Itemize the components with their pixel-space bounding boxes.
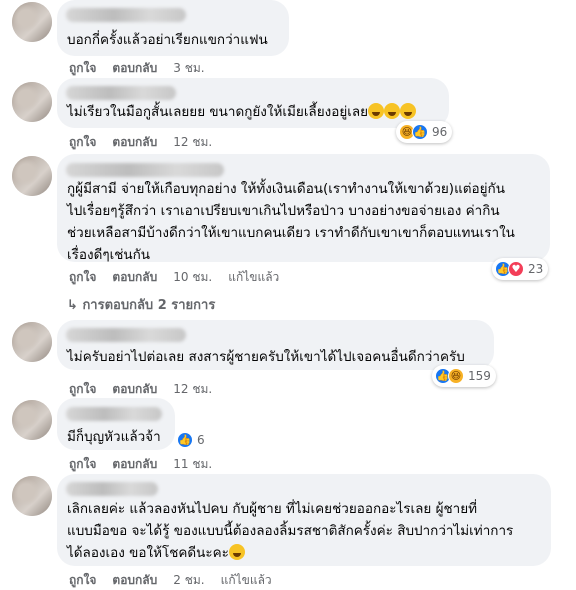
commenter-name-blurred[interactable] bbox=[66, 328, 186, 342]
comment-actions: ถูกใจ ตอบกลับ 2 ชม. แก้ไขแล้ว bbox=[69, 571, 288, 590]
avatar[interactable] bbox=[12, 400, 52, 440]
avatar[interactable] bbox=[12, 322, 52, 362]
comment-actions: ถูกใจ ตอบกลับ 10 ชม. แก้ไขแล้ว bbox=[69, 268, 295, 287]
commenter-name-blurred[interactable] bbox=[66, 407, 162, 421]
avatar[interactable] bbox=[12, 2, 52, 42]
comment-text: เลิกเลยค่ะ แล้วลองหันไปคบ กับผู้ชาย ที่ไ… bbox=[67, 501, 514, 561]
commenter-name-blurred[interactable] bbox=[66, 482, 158, 496]
reply-button[interactable]: ตอบกลับ bbox=[112, 61, 157, 75]
like-reaction-icon: 👍 bbox=[412, 124, 428, 140]
reaction-summary[interactable]: 👍 😆 159 bbox=[432, 365, 496, 387]
timestamp[interactable]: 3 ชม. bbox=[173, 61, 204, 75]
reaction-summary[interactable]: 👍 6 bbox=[174, 429, 210, 451]
laughing-emoji-icon bbox=[400, 103, 417, 119]
reply-button[interactable]: ตอบกลับ bbox=[112, 573, 157, 587]
reaction-summary[interactable]: 👍 ♥ 23 bbox=[492, 258, 549, 280]
like-button[interactable]: ถูกใจ bbox=[69, 382, 96, 396]
love-reaction-icon: ♥ bbox=[508, 261, 524, 277]
like-button[interactable]: ถูกใจ bbox=[69, 457, 96, 471]
reply-button[interactable]: ตอบกลับ bbox=[112, 270, 157, 284]
laughing-emoji-icon bbox=[384, 103, 401, 119]
comment-actions: ถูกใจ ตอบกลับ 11 ชม. bbox=[69, 455, 228, 474]
reply-button[interactable]: ตอบกลับ bbox=[112, 457, 157, 471]
view-replies-link[interactable]: ↳ การตอบกลับ 2 รายการ bbox=[67, 294, 215, 315]
comment-text: กูผู้มีสามี จ่ายให้เกือบทุกอย่าง ให้ทั้ง… bbox=[67, 181, 515, 263]
avatar[interactable] bbox=[12, 82, 52, 122]
commenter-name-blurred[interactable] bbox=[66, 8, 186, 22]
like-button[interactable]: ถูกใจ bbox=[69, 61, 96, 75]
smiling-emoji-icon bbox=[228, 544, 245, 560]
comment-text: ไม่ครับอย่าไปต่อเลย สงสารผู้ชายครับให้เข… bbox=[67, 349, 465, 365]
reaction-summary[interactable]: 😆 👍 96 bbox=[396, 121, 453, 143]
comment-actions: ถูกใจ ตอบกลับ 12 ชม. bbox=[69, 133, 228, 152]
like-reaction-icon: 👍 bbox=[177, 432, 193, 448]
haha-reaction-icon: 😆 bbox=[448, 368, 464, 384]
comment-actions: ถูกใจ ตอบกลับ 12 ชม. bbox=[69, 380, 228, 399]
timestamp[interactable]: 12 ชม. bbox=[173, 135, 212, 149]
comment-text: บอกกี่ครั้งแล้วอย่าเรียกแขกว่าแฟน bbox=[67, 32, 268, 48]
comment-text: มีก็บุญหัวแล้วจ้า bbox=[67, 429, 161, 445]
comment-text: ไม่เรียวในมือกูสั้นเลยยย ขนาดกูยังให้เมี… bbox=[67, 101, 417, 123]
avatar[interactable] bbox=[12, 156, 52, 196]
laughing-emoji-icon bbox=[368, 103, 385, 119]
reply-button[interactable]: ตอบกลับ bbox=[112, 135, 157, 149]
reply-arrow-icon: ↳ bbox=[67, 298, 78, 313]
like-button[interactable]: ถูกใจ bbox=[69, 135, 96, 149]
timestamp[interactable]: 10 ชม. bbox=[173, 270, 212, 284]
avatar[interactable] bbox=[12, 476, 52, 516]
like-button[interactable]: ถูกใจ bbox=[69, 573, 96, 587]
like-button[interactable]: ถูกใจ bbox=[69, 270, 96, 284]
comment-actions: ถูกใจ ตอบกลับ 3 ชม. bbox=[69, 59, 221, 78]
reply-button[interactable]: ตอบกลับ bbox=[112, 382, 157, 396]
timestamp[interactable]: 12 ชม. bbox=[173, 382, 212, 396]
edited-label: แก้ไขแล้ว bbox=[220, 573, 272, 587]
commenter-name-blurred[interactable] bbox=[66, 86, 176, 100]
edited-label: แก้ไขแล้ว bbox=[228, 270, 280, 284]
commenter-name-blurred[interactable] bbox=[66, 163, 224, 177]
timestamp[interactable]: 11 ชม. bbox=[173, 457, 212, 471]
timestamp[interactable]: 2 ชม. bbox=[173, 573, 204, 587]
